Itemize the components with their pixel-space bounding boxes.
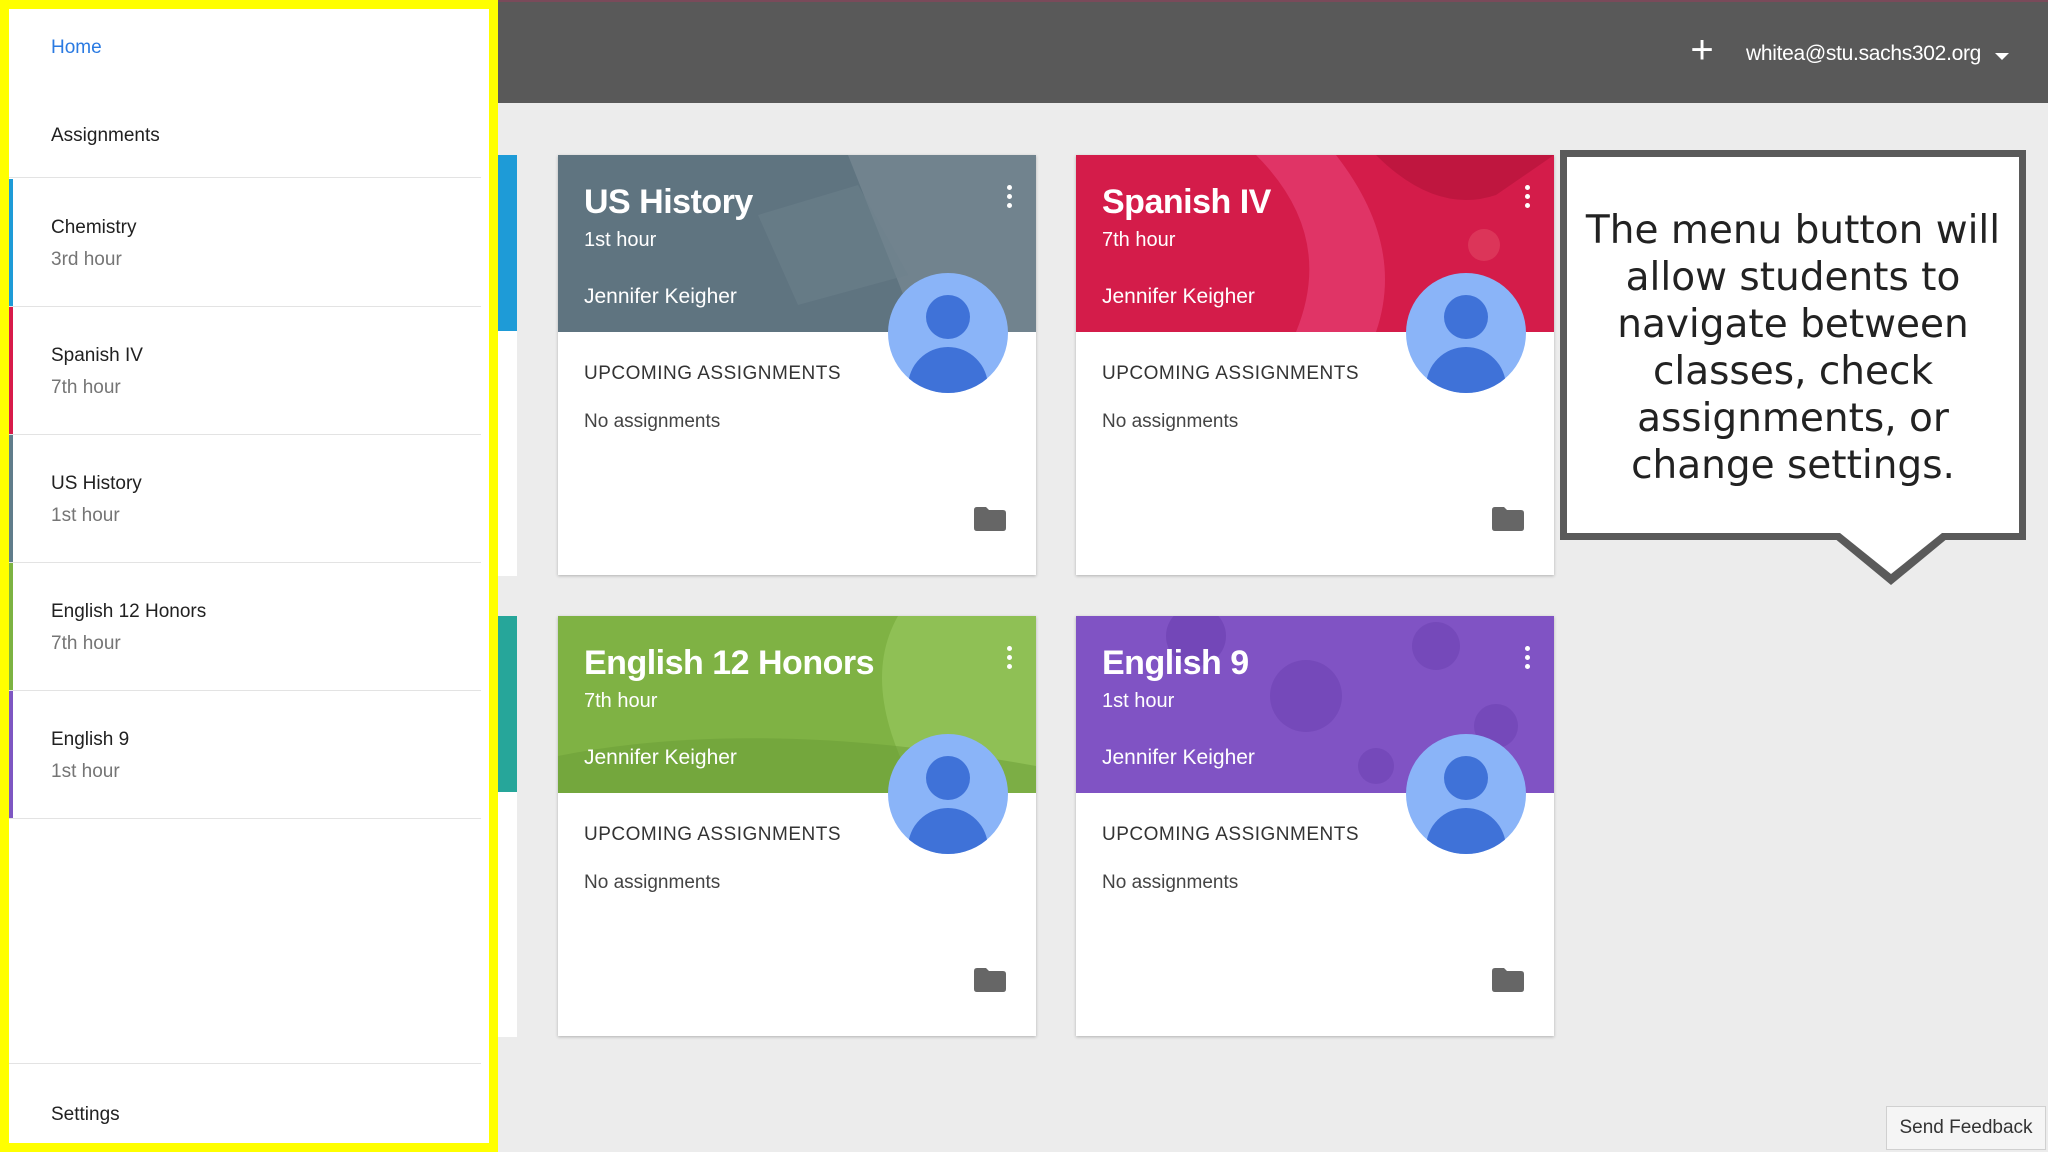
class-name: Chemistry	[51, 217, 137, 238]
card-teacher: Jennifer Keigher	[1102, 746, 1255, 769]
card-more-icon[interactable]	[1004, 185, 1014, 213]
navigation-drawer: Home Assignments Chemistry 3rd hour Span…	[0, 0, 498, 1152]
send-feedback-button[interactable]: Send Feedback	[1886, 1106, 2046, 1150]
class-color-stripe	[9, 435, 13, 562]
class-hour: 1st hour	[51, 761, 120, 782]
class-color-stripe	[9, 179, 13, 306]
sidebar-item-us-history[interactable]: US History 1st hour	[9, 435, 481, 563]
assignment-status: No assignments	[1102, 872, 1239, 893]
assignment-status: No assignments	[584, 411, 721, 432]
account-menu[interactable]: whitea@stu.sachs302.org	[1746, 42, 2010, 66]
nav-settings-label: Settings	[51, 1104, 120, 1125]
nav-assignments[interactable]: Assignments	[9, 89, 481, 178]
nav-home[interactable]: Home	[9, 9, 481, 89]
class-color-stripe	[9, 307, 13, 434]
sidebar-item-english-12-honors[interactable]: English 12 Honors 7th hour	[9, 563, 481, 691]
upcoming-label: UPCOMING ASSIGNMENTS	[1102, 363, 1360, 384]
upcoming-label: UPCOMING ASSIGNMENTS	[1102, 824, 1360, 845]
upcoming-label: UPCOMING ASSIGNMENTS	[584, 824, 842, 845]
nav-home-label: Home	[51, 37, 102, 58]
class-name: US History	[51, 473, 142, 494]
callout-tail	[1828, 533, 1954, 585]
card-title[interactable]: US History	[584, 183, 753, 222]
card-more-icon[interactable]	[1522, 646, 1532, 674]
folder-icon[interactable]	[1492, 507, 1524, 531]
avatar-icon	[1406, 734, 1526, 854]
card-teacher: Jennifer Keigher	[584, 285, 737, 308]
caret-down-icon	[1995, 52, 2010, 60]
folder-icon[interactable]	[974, 507, 1006, 531]
avatar-icon	[1406, 273, 1526, 393]
class-name: Spanish IV	[51, 345, 143, 366]
class-color-stripe	[9, 563, 13, 690]
class-name: English 12 Honors	[51, 601, 207, 622]
hidden-card-strip	[498, 155, 517, 331]
assignment-status: No assignments	[1102, 411, 1239, 432]
class-card-us-history: US History 1st hour Jennifer Keigher UPC…	[558, 155, 1036, 575]
sidebar-item-spanish-iv[interactable]: Spanish IV 7th hour	[9, 307, 481, 435]
add-class-button[interactable]: +	[1688, 30, 1716, 70]
class-hour: 3rd hour	[51, 249, 122, 270]
folder-icon[interactable]	[974, 968, 1006, 992]
sidebar-item-chemistry[interactable]: Chemistry 3rd hour	[9, 179, 481, 307]
class-hour: 1st hour	[51, 505, 120, 526]
card-more-icon[interactable]	[1522, 185, 1532, 213]
sidebar-item-english-9[interactable]: English 9 1st hour	[9, 691, 481, 819]
account-email: whitea@stu.sachs302.org	[1746, 42, 1982, 65]
card-title[interactable]: English 9	[1102, 644, 1249, 683]
card-hour: 7th hour	[584, 690, 658, 712]
callout-box: The menu button will allow students to n…	[1560, 150, 2026, 540]
nav-assignments-label: Assignments	[51, 125, 160, 146]
folder-icon[interactable]	[1492, 968, 1524, 992]
class-card-english-12-honors: English 12 Honors 7th hour Jennifer Keig…	[558, 616, 1036, 1036]
hidden-card-strip	[498, 616, 517, 792]
callout-text: The menu button will allow students to n…	[1585, 208, 2001, 488]
class-color-stripe	[9, 691, 13, 818]
card-hour: 1st hour	[584, 229, 657, 251]
nav-settings[interactable]: Settings	[9, 1063, 481, 1144]
card-title[interactable]: English 12 Honors	[584, 644, 875, 683]
card-title[interactable]: Spanish IV	[1102, 183, 1271, 222]
card-teacher: Jennifer Keigher	[584, 746, 737, 769]
class-card-english-9: English 9 1st hour Jennifer Keigher UPCO…	[1076, 616, 1554, 1036]
class-hour: 7th hour	[51, 377, 121, 398]
upcoming-label: UPCOMING ASSIGNMENTS	[584, 363, 842, 384]
card-hour: 1st hour	[1102, 690, 1175, 712]
card-more-icon[interactable]	[1004, 646, 1014, 674]
class-hour: 7th hour	[51, 633, 121, 654]
class-name: English 9	[51, 729, 130, 750]
hidden-card-strip	[498, 331, 517, 576]
hidden-card-strip	[498, 792, 517, 1037]
avatar-icon	[888, 734, 1008, 854]
avatar-icon	[888, 273, 1008, 393]
assignment-status: No assignments	[584, 872, 721, 893]
card-hour: 7th hour	[1102, 229, 1176, 251]
class-card-spanish-iv: Spanish IV 7th hour Jennifer Keigher UPC…	[1076, 155, 1554, 575]
card-teacher: Jennifer Keigher	[1102, 285, 1255, 308]
